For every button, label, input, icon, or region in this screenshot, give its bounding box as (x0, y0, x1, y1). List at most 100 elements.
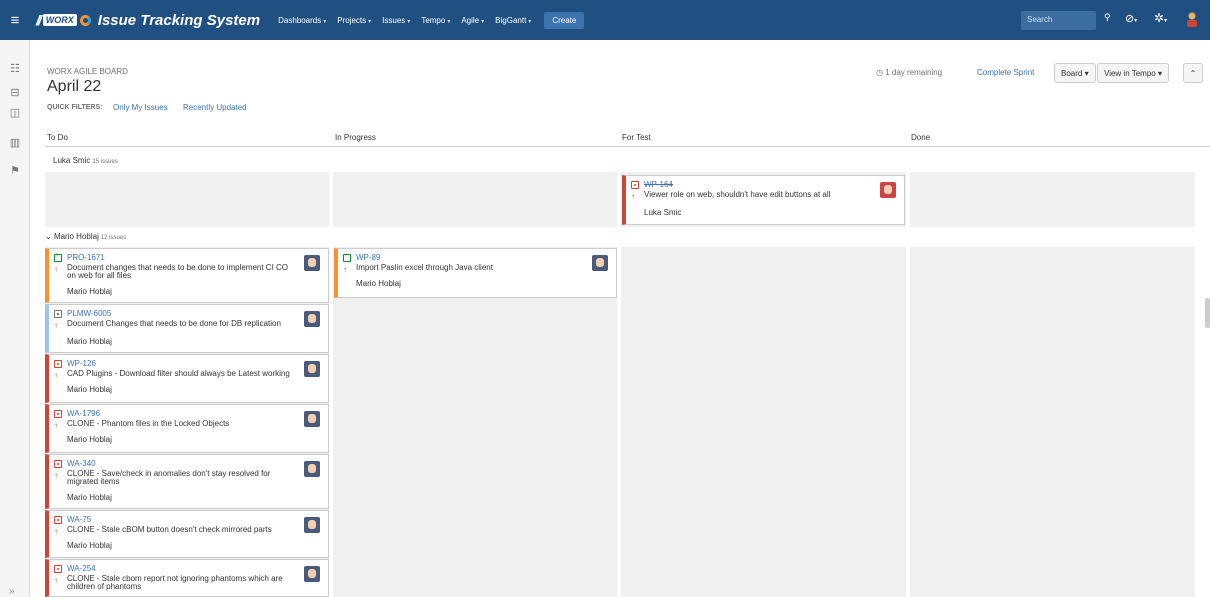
logo-slashes: // (36, 12, 42, 28)
issue-assignee: Luka Smic (644, 208, 682, 217)
issue-card[interactable]: PRO-1671 ↑ Document changes that needs t… (45, 248, 329, 303)
menu-projects-label: Projects (337, 15, 367, 25)
menu-biggantt[interactable]: BigGantt ▾ (495, 16, 531, 25)
chevron-down-icon: ▾ (481, 18, 485, 25)
issue-summary: Import Paslin excel through Java client (356, 263, 493, 272)
issue-assignee: Mario Hoblaj (67, 337, 112, 346)
issue-key[interactable]: WA-340 (67, 459, 96, 468)
releases-icon[interactable]: ⚑ (8, 164, 22, 178)
swimlane-header-luka[interactable]: Luka Smic 15 issues (53, 156, 118, 165)
help-icon[interactable]: ⊘▾ (1125, 12, 1137, 25)
swimlane-header-mario[interactable]: ⌄ Mario Hoblaj 12 issues (45, 232, 126, 241)
search-input[interactable]: Search (1021, 11, 1096, 30)
logo-ring-icon (79, 14, 91, 26)
backlog-icon[interactable]: ☷ (8, 62, 22, 76)
issue-key[interactable]: WA-75 (67, 515, 91, 524)
menu-biggantt-label: BigGantt (495, 15, 527, 25)
chevron-down-icon: ▾ (407, 18, 411, 25)
issue-key[interactable]: WP-89 (356, 253, 380, 262)
issue-card[interactable]: WP-89 ↑ Import Paslin excel through Java… (334, 248, 617, 298)
issue-key[interactable]: WA-254 (67, 564, 96, 573)
menu-projects[interactable]: Projects ▾ (337, 16, 371, 25)
quick-filter-only-my-issues[interactable]: Only My Issues (113, 103, 168, 112)
user-avatar-icon[interactable] (1186, 11, 1198, 27)
issue-card[interactable]: PLMW-6005 ↑ Document Changes that needs … (45, 304, 329, 353)
swimlane-name: Mario Hoblaj (53, 232, 99, 241)
create-button[interactable]: Create (544, 11, 585, 29)
reports-icon[interactable]: ▥ (8, 136, 22, 150)
issue-key[interactable]: WP-164 (644, 180, 673, 189)
board-name: WORX AGILE BOARD (47, 67, 128, 76)
issue-key[interactable]: PLMW-6005 (67, 309, 111, 318)
avatar (304, 361, 320, 377)
bug-icon (54, 410, 62, 418)
issue-assignee: Mario Hoblaj (67, 287, 112, 296)
search-icon[interactable]: ⚲ (1104, 12, 1111, 23)
issue-card[interactable]: WP-164 ↑ Viewer role on web, shouldn't h… (622, 175, 905, 225)
quick-filter-recently-updated[interactable]: Recently Updated (183, 103, 247, 112)
avatar-face (308, 520, 316, 529)
swimlane-count: 12 issues (100, 235, 127, 241)
issue-key[interactable]: WA-1796 (67, 409, 100, 418)
avatar (880, 182, 896, 198)
chevron-down-icon: ⌄ (45, 232, 54, 241)
avatar-face (308, 464, 316, 473)
hamburger-menu-icon[interactable]: ≡ (0, 12, 30, 29)
avatar (304, 411, 320, 427)
issue-assignee: Mario Hoblaj (356, 279, 401, 288)
left-sidebar: ☷ ⊟ ◫ ▥ ⚑ » (0, 40, 30, 597)
priority-high-icon: ↑ (54, 265, 58, 274)
app-title[interactable]: Issue Tracking System (98, 12, 260, 29)
issue-key[interactable]: WP-126 (67, 359, 96, 368)
avatar (304, 461, 320, 477)
chevron-down-icon: ▾ (368, 18, 372, 25)
issue-key[interactable]: PRO-1671 (67, 253, 105, 262)
issue-summary: Document Changes that needs to be done f… (67, 319, 281, 328)
page-scrollbar[interactable] (1205, 298, 1210, 328)
menu-issues[interactable]: Issues ▾ (382, 16, 410, 25)
chevron-down-icon: ▾ (323, 18, 327, 25)
board-dropdown-button[interactable]: Board ▾ (1054, 63, 1096, 83)
chevron-down-icon: ▾ (1157, 69, 1162, 78)
avatar (304, 311, 320, 327)
chevron-up-icon: ⌃ (1189, 69, 1197, 78)
collapse-header-button[interactable]: ⌃ (1183, 63, 1203, 83)
issue-card[interactable]: WP-126 ↑ CAD Plugins - Download filter s… (45, 354, 329, 403)
issue-card[interactable]: WA-75 ↑ CLONE - Stale cBOM button doesn'… (45, 510, 329, 558)
bug-icon (54, 460, 62, 468)
story-icon (54, 252, 62, 262)
issue-card[interactable]: WA-1796 ↑ CLONE - Phantom files in the L… (45, 404, 329, 453)
column-header-done: Done (911, 133, 931, 142)
issue-card[interactable]: WA-254 ↑ CLONE - Stale cbom report not i… (45, 559, 329, 597)
priority-high-icon: ↑ (54, 471, 58, 480)
view-in-tempo-button[interactable]: View in Tempo ▾ (1097, 63, 1169, 83)
avatar (304, 566, 320, 582)
menu-dashboards[interactable]: Dashboards ▾ (278, 16, 326, 25)
story-icon (343, 252, 351, 262)
menu-tempo[interactable]: Tempo ▾ (421, 16, 450, 25)
issue-card[interactable]: WA-340 ↑ CLONE - Save/check in anomalies… (45, 454, 329, 509)
avatar-face (308, 258, 316, 267)
column-header-row: To Do In Progress For Test Done (45, 125, 1210, 147)
menu-dashboards-label: Dashboards (278, 15, 322, 25)
avatar-face (308, 364, 316, 373)
chevron-down-icon: ▾ (528, 18, 532, 25)
priority-high-icon: ↑ (54, 421, 58, 430)
swimlane-count: 15 issues (92, 159, 118, 165)
menu-tempo-label: Tempo (421, 15, 446, 25)
issue-summary: Document changes that needs to be done t… (67, 263, 289, 280)
board-icon[interactable]: ◫ (8, 106, 22, 120)
priority-high-icon: ↑ (343, 265, 347, 274)
menu-agile[interactable]: Agile ▾ (461, 16, 484, 25)
avatar (304, 517, 320, 533)
worx-logo[interactable]: // WORX (36, 12, 91, 28)
swimlane-name: Luka Smic (53, 156, 91, 165)
avatar (592, 255, 608, 271)
gear-icon[interactable]: ✲▾ (1154, 11, 1167, 25)
complete-sprint-link[interactable]: Complete Sprint (977, 68, 1034, 77)
expand-sidebar-icon[interactable]: » (9, 586, 15, 597)
sprint-title: April 22 (47, 78, 102, 95)
sprint-icon[interactable]: ⊟ (8, 86, 22, 100)
priority-high-icon: ↑ (54, 321, 58, 330)
issue-summary: CAD Plugins - Download filter should alw… (67, 369, 290, 378)
